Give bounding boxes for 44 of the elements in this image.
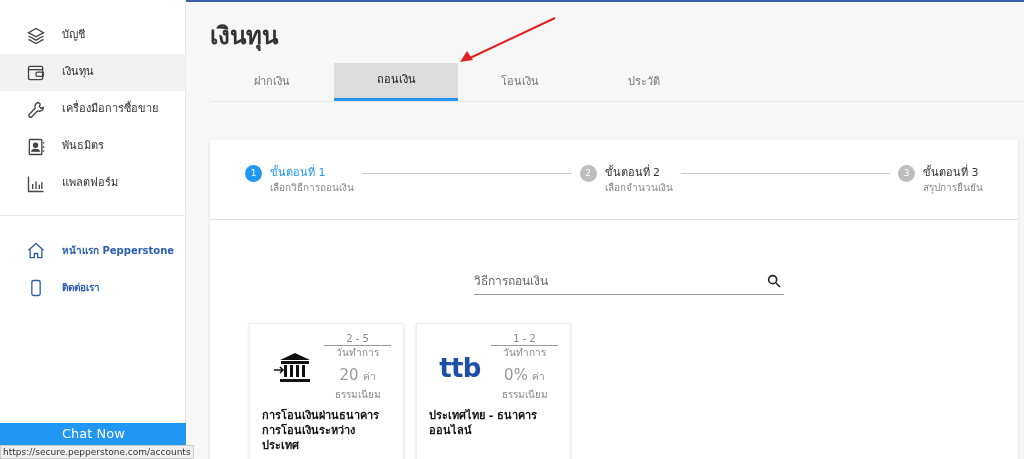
- payment-method-card[interactable]: 2 - 5 วันทำการ 20 ค่า ธรรมเนียม การโอนเงินผ่านธนาคาร การโอนเงินระหว่างประเทศ: [249, 323, 404, 459]
- processing-days: 1 - 2: [491, 332, 558, 346]
- fee-label: ค่า: [362, 370, 376, 384]
- sidebar-item[interactable]: เครื่องมือการซื้อขาย: [0, 91, 185, 128]
- layers-icon: [26, 25, 46, 46]
- step-number: 2: [579, 165, 597, 182]
- home-icon: [26, 240, 46, 261]
- step-title: ขั้นตอนที่ 1: [270, 165, 327, 180]
- search-icon: [766, 273, 782, 289]
- fee-label: ค่า: [531, 370, 545, 384]
- fee-amount: 20: [339, 365, 359, 386]
- url-tooltip: https://secure.pepperstone.com/accounts: [0, 445, 194, 459]
- step-subtitle: สรุปการยืนยัน: [923, 181, 983, 195]
- page-title: เงินทุน: [210, 21, 278, 52]
- contact-card-icon: [26, 136, 46, 157]
- step-subtitle: เลือกวิธีการถอนเงิน: [270, 181, 354, 195]
- method-name: ประเทศไทย - ธนาคารออนไลน์: [429, 408, 539, 438]
- fee-amount: 0%: [504, 365, 528, 386]
- sidebar-item[interactable]: พันธมิตร: [0, 128, 185, 165]
- sidebar-item[interactable]: บัญชี: [0, 17, 185, 54]
- bank-icon: [273, 352, 313, 384]
- days-label: วันทำการ: [503, 346, 546, 360]
- tab[interactable]: ฝากเงิน: [210, 63, 334, 101]
- search-field[interactable]: วิธีการถอนเงิน: [474, 268, 784, 295]
- tab[interactable]: ประวัติ: [582, 63, 706, 101]
- tab[interactable]: โอนเงิน: [458, 63, 582, 101]
- fee-label: ธรรมเนียม: [334, 387, 381, 402]
- fee-label: ธรรมเนียม: [501, 387, 548, 402]
- days-label: วันทำการ: [336, 346, 379, 360]
- wrench-icon: [26, 99, 46, 120]
- sidebar-item[interactable]: แพลตฟอร์ม: [0, 165, 185, 202]
- step-number: 1: [245, 165, 262, 182]
- sidebar-item[interactable]: เงินทุน: [0, 54, 185, 91]
- tab[interactable]: ถอนเงิน: [334, 63, 458, 101]
- method-name: การโอนเงินผ่านธนาคาร การโอนเงินระหว่างประเทศ: [262, 408, 380, 453]
- step-number: 3: [898, 165, 915, 182]
- payment-method-card[interactable]: ttb 1 - 2 วันทำการ 0% ค่า ธรรมเนียม ประเทศไทย - ธนาคารออนไลน์: [416, 323, 571, 459]
- bank-logo: ttb: [439, 355, 481, 381]
- step-title: ขั้นตอนที่ 2: [604, 165, 661, 180]
- sidebar-link[interactable]: ติดต่อเรา: [0, 269, 185, 306]
- step-title: ขั้นตอนที่ 3: [923, 165, 980, 180]
- sidebar-link[interactable]: หน้าแรก Pepperstone: [0, 232, 185, 269]
- processing-days: 2 - 5: [324, 332, 391, 346]
- step-subtitle: เลือกจำนวนเงิน: [604, 181, 673, 195]
